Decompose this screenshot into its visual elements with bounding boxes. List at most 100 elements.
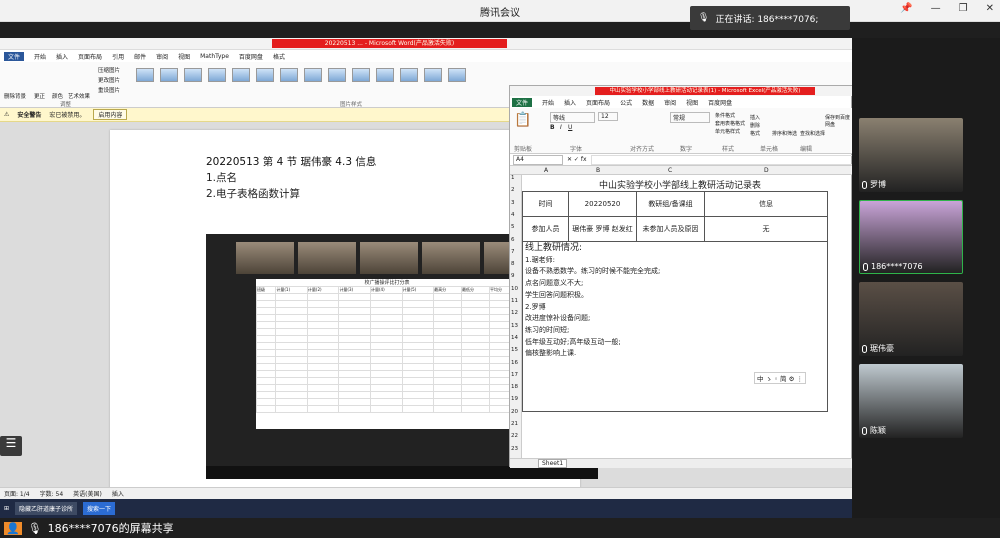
xl-tab-formulas[interactable]: 公式 [620, 98, 632, 107]
enable-content-button[interactable]: 启用内容 [93, 109, 128, 120]
conditional-format-button[interactable]: 条件格式 [715, 112, 735, 119]
sheet-grid[interactable]: A B C D 1 2 3 4 5 6 7 8 9 10 11 12 13 14 15 16 17 18 19 20 2… [510, 166, 852, 458]
row-number[interactable]: 20 [511, 409, 518, 415]
minimize-icon[interactable]: — [931, 3, 941, 14]
row-number[interactable]: 3 [511, 200, 515, 206]
font-name-select[interactable]: 等线 [550, 112, 595, 123]
find-select-button[interactable]: 查找和选择 [800, 130, 825, 137]
picture-style-thumb[interactable] [160, 68, 178, 82]
insert-cells-button[interactable]: 插入 [750, 114, 760, 121]
participant-tile[interactable]: 罗博 [859, 118, 963, 192]
row-number[interactable]: 23 [511, 446, 518, 452]
cell-attendees-label[interactable]: 参加人员 [522, 216, 569, 242]
compress-button[interactable]: 压缩图片 [98, 66, 120, 74]
taskbar-item-1[interactable]: 隐藏乙肝道康子诊所 [15, 502, 78, 515]
delete-cells-button[interactable]: 删除 [750, 122, 760, 129]
picture-style-thumb[interactable] [448, 68, 466, 82]
pin-icon[interactable]: 📌 [900, 3, 912, 14]
format-cells-button[interactable]: 格式 [750, 130, 760, 137]
reset-picture-button[interactable]: 重设图片 [98, 86, 120, 94]
picture-style-thumb[interactable] [256, 68, 274, 82]
picture-style-thumb[interactable] [232, 68, 250, 82]
participant-tile[interactable]: 琚伟豪 [859, 282, 963, 356]
picture-style-thumb[interactable] [424, 68, 442, 82]
underline-button[interactable]: U [568, 124, 572, 131]
col-a[interactable]: A [544, 167, 548, 174]
maximize-icon[interactable]: ❐ [959, 3, 968, 14]
xl-tab-file[interactable]: 文件 [512, 97, 533, 107]
menu-icon[interactable]: ☰ [0, 436, 22, 456]
picture-style-thumb[interactable] [400, 68, 418, 82]
picture-style-thumb[interactable] [376, 68, 394, 82]
formula-input[interactable] [590, 154, 852, 165]
row-number[interactable]: 18 [511, 384, 518, 390]
row-number[interactable]: 4 [511, 212, 515, 218]
bold-button[interactable]: B [550, 124, 555, 131]
cell-group-value[interactable]: 信息 [704, 191, 828, 217]
content-cell[interactable]: 线上教研情况: 1.琚老师: 设备不熟悉数学。练习的时候不能完全完成; 点名问题… [522, 242, 828, 412]
tab-mathtype[interactable]: MathType [200, 53, 229, 60]
row-number[interactable]: 7 [511, 249, 515, 255]
picture-style-thumb[interactable] [136, 68, 154, 82]
windows-icon[interactable]: ⊞ [4, 505, 9, 512]
cell-time-label[interactable]: 时间 [522, 191, 569, 217]
row-number[interactable]: 8 [511, 261, 515, 267]
font-size-select[interactable]: 12 [598, 112, 618, 121]
picture-style-thumb[interactable] [208, 68, 226, 82]
xl-tab-layout[interactable]: 页面布局 [586, 98, 610, 107]
italic-button[interactable]: I [560, 124, 562, 131]
tab-references[interactable]: 引用 [112, 52, 124, 61]
picture-style-thumb[interactable] [304, 68, 322, 82]
sort-filter-button[interactable]: 排序和筛选 [772, 130, 797, 137]
corrections-button[interactable]: 更正 [34, 92, 45, 100]
tab-review[interactable]: 审阅 [156, 52, 168, 61]
tab-file[interactable]: 文件 [4, 51, 25, 61]
row-number[interactable]: 15 [511, 347, 518, 353]
xl-tab-review[interactable]: 审阅 [664, 98, 676, 107]
xl-tab-data[interactable]: 数据 [642, 98, 654, 107]
row-number[interactable]: 9 [511, 273, 515, 279]
picture-style-thumb[interactable] [184, 68, 202, 82]
cell-attendees-value[interactable]: 琚伟豪 罗博 赵发红 [568, 216, 637, 242]
col-c[interactable]: C [668, 167, 672, 174]
xl-tab-baidu[interactable]: 百度网盘 [708, 98, 732, 107]
tab-layout[interactable]: 页面布局 [78, 52, 102, 61]
ime-toolbar[interactable]: 中 ゝ ◦ 简 ⚙ ⋮ [754, 372, 806, 384]
tab-view[interactable]: 视图 [178, 52, 190, 61]
cell-absent-label[interactable]: 未参加人员及原因 [636, 216, 705, 242]
taskbar-search[interactable]: 搜索一下 [83, 502, 116, 515]
color-button[interactable]: 颜色 [52, 92, 63, 100]
row-number[interactable]: 6 [511, 237, 515, 243]
row-number[interactable]: 10 [511, 286, 518, 292]
number-format-select[interactable]: 常规 [670, 112, 710, 123]
artistic-effects-button[interactable]: 艺术效果 [68, 92, 90, 100]
fx-icon[interactable]: ✕ ✓ fx [567, 156, 587, 163]
change-picture-button[interactable]: 更改图片 [98, 76, 120, 84]
tab-home[interactable]: 开始 [34, 52, 46, 61]
cell-group-label[interactable]: 教研组/备课组 [636, 191, 705, 217]
picture-style-thumb[interactable] [328, 68, 346, 82]
table-format-button[interactable]: 套用表格格式 [715, 120, 745, 127]
name-box[interactable]: A4 [513, 154, 563, 165]
xl-tab-insert[interactable]: 插入 [564, 98, 576, 107]
tab-insert[interactable]: 插入 [56, 52, 68, 61]
row-number[interactable]: 1 [511, 175, 515, 181]
row-number[interactable]: 21 [511, 421, 518, 427]
row-number[interactable]: 5 [511, 224, 515, 230]
col-d[interactable]: D [764, 167, 769, 174]
xl-tab-home[interactable]: 开始 [542, 98, 554, 107]
remove-bg-button[interactable]: 删除背景 [4, 92, 26, 100]
row-number[interactable]: 13 [511, 323, 518, 329]
save-baidu-button[interactable]: 保存到百度网盘 [825, 114, 851, 128]
row-number[interactable]: 19 [511, 396, 518, 402]
cell-style-button[interactable]: 单元格样式 [715, 128, 740, 135]
tab-format[interactable]: 格式 [273, 52, 285, 61]
sheet-tab-sheet1[interactable]: Sheet1 [538, 459, 568, 468]
participant-tile[interactable]: 186****7076 [859, 200, 963, 274]
row-number[interactable]: 14 [511, 335, 518, 341]
picture-style-thumb[interactable] [280, 68, 298, 82]
row-number[interactable]: 12 [511, 310, 518, 316]
col-b[interactable]: B [596, 167, 600, 174]
paste-icon[interactable]: 📋 [514, 112, 531, 128]
row-number[interactable]: 22 [511, 433, 518, 439]
